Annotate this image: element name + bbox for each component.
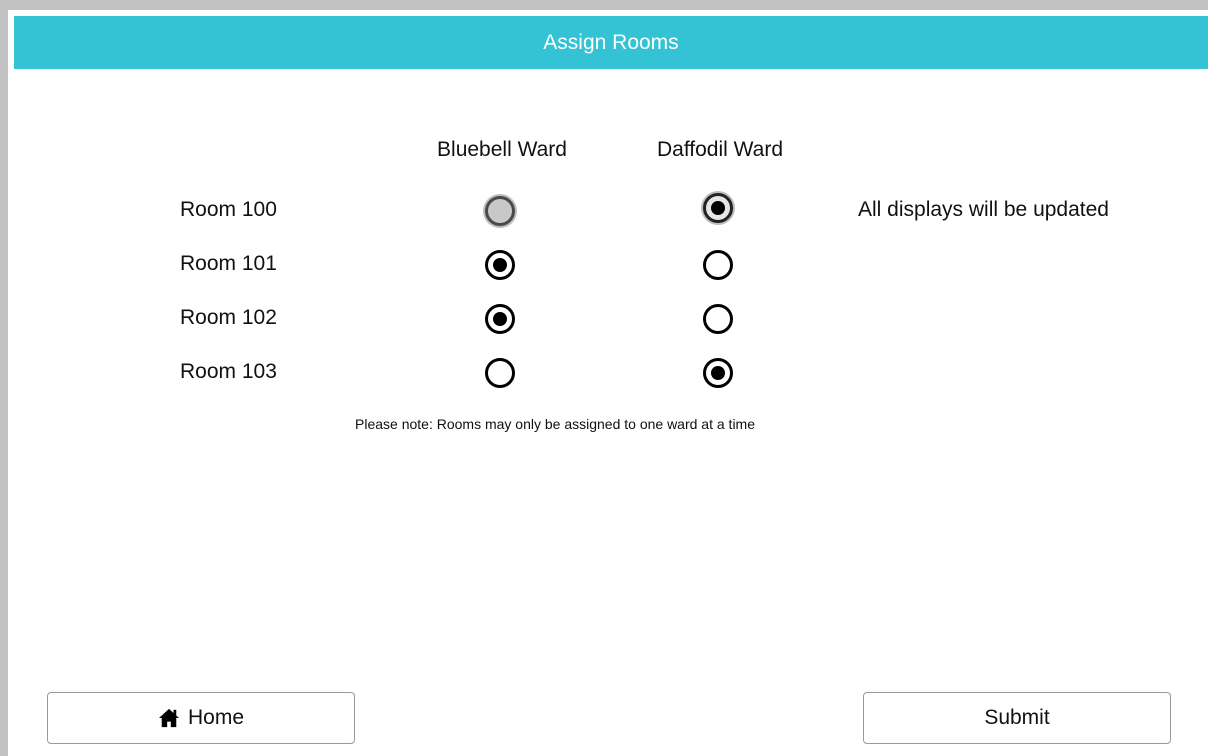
radio-room102-bluebell[interactable]	[485, 304, 515, 334]
radio-room101-bluebell[interactable]	[485, 250, 515, 280]
home-icon	[158, 708, 179, 728]
radio-room101-daffodil[interactable]	[703, 250, 733, 280]
assignment-note: Please note: Rooms may only be assigned …	[355, 416, 755, 432]
home-button-label: Home	[187, 706, 245, 729]
radio-room100-daffodil[interactable]	[703, 193, 733, 223]
column-header-daffodil: Daffodil Ward	[656, 138, 784, 161]
radio-room100-bluebell[interactable]	[485, 196, 515, 226]
column-header-bluebell: Bluebell Ward	[437, 138, 567, 161]
radio-room103-bluebell[interactable]	[485, 358, 515, 388]
room-label-100: Room 100	[180, 198, 277, 221]
room-label-101: Room 101	[180, 252, 277, 275]
radio-room102-daffodil[interactable]	[703, 304, 733, 334]
page-title: Assign Rooms	[14, 16, 1208, 69]
home-button[interactable]: Home	[47, 692, 355, 744]
app-window: Assign Rooms Bluebell Ward Daffodil Ward…	[8, 10, 1208, 756]
room-label-102: Room 102	[180, 306, 277, 329]
submit-button-label: Submit	[984, 706, 1050, 729]
room-label-103: Room 103	[180, 360, 277, 383]
update-info-text: All displays will be updated	[858, 198, 1109, 221]
radio-room103-daffodil[interactable]	[703, 358, 733, 388]
submit-button[interactable]: Submit	[863, 692, 1171, 744]
